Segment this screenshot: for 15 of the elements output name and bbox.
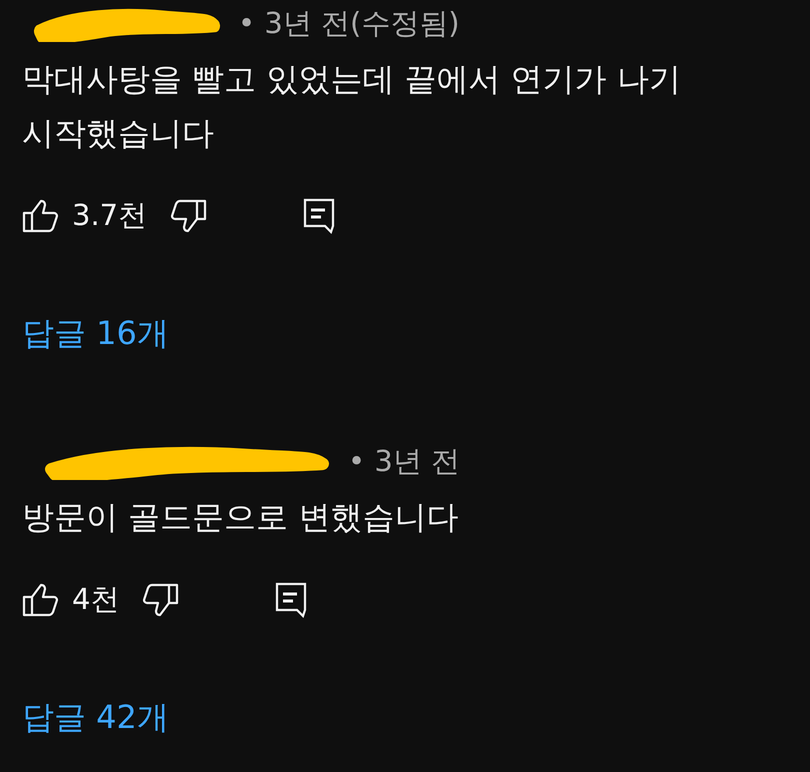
- like-count: 3.7천: [72, 197, 148, 234]
- comment-text: 막대사탕을 빨고 있었는데 끝에서 연기가 나기: [22, 59, 682, 100]
- reply-icon[interactable]: [275, 582, 308, 618]
- comment-timestamp: • 3년 전: [348, 443, 460, 480]
- comment-text: 방문이 골드문으로 변했습니다: [22, 497, 460, 538]
- thumbs-down-icon[interactable]: [171, 199, 208, 233]
- thumbs-down-icon[interactable]: [143, 583, 180, 617]
- thumbs-up-icon[interactable]: [22, 583, 58, 617]
- comment-timestamp: • 3년 전(수정됨): [238, 5, 460, 42]
- reply-icon[interactable]: [303, 198, 336, 234]
- thumbs-up-icon[interactable]: [22, 199, 58, 233]
- replies-link[interactable]: 답글 16개: [22, 312, 169, 356]
- comment-text: 시작했습니다: [22, 113, 215, 154]
- replies-link[interactable]: 답글 42개: [22, 696, 169, 740]
- like-count: 4천: [72, 581, 120, 618]
